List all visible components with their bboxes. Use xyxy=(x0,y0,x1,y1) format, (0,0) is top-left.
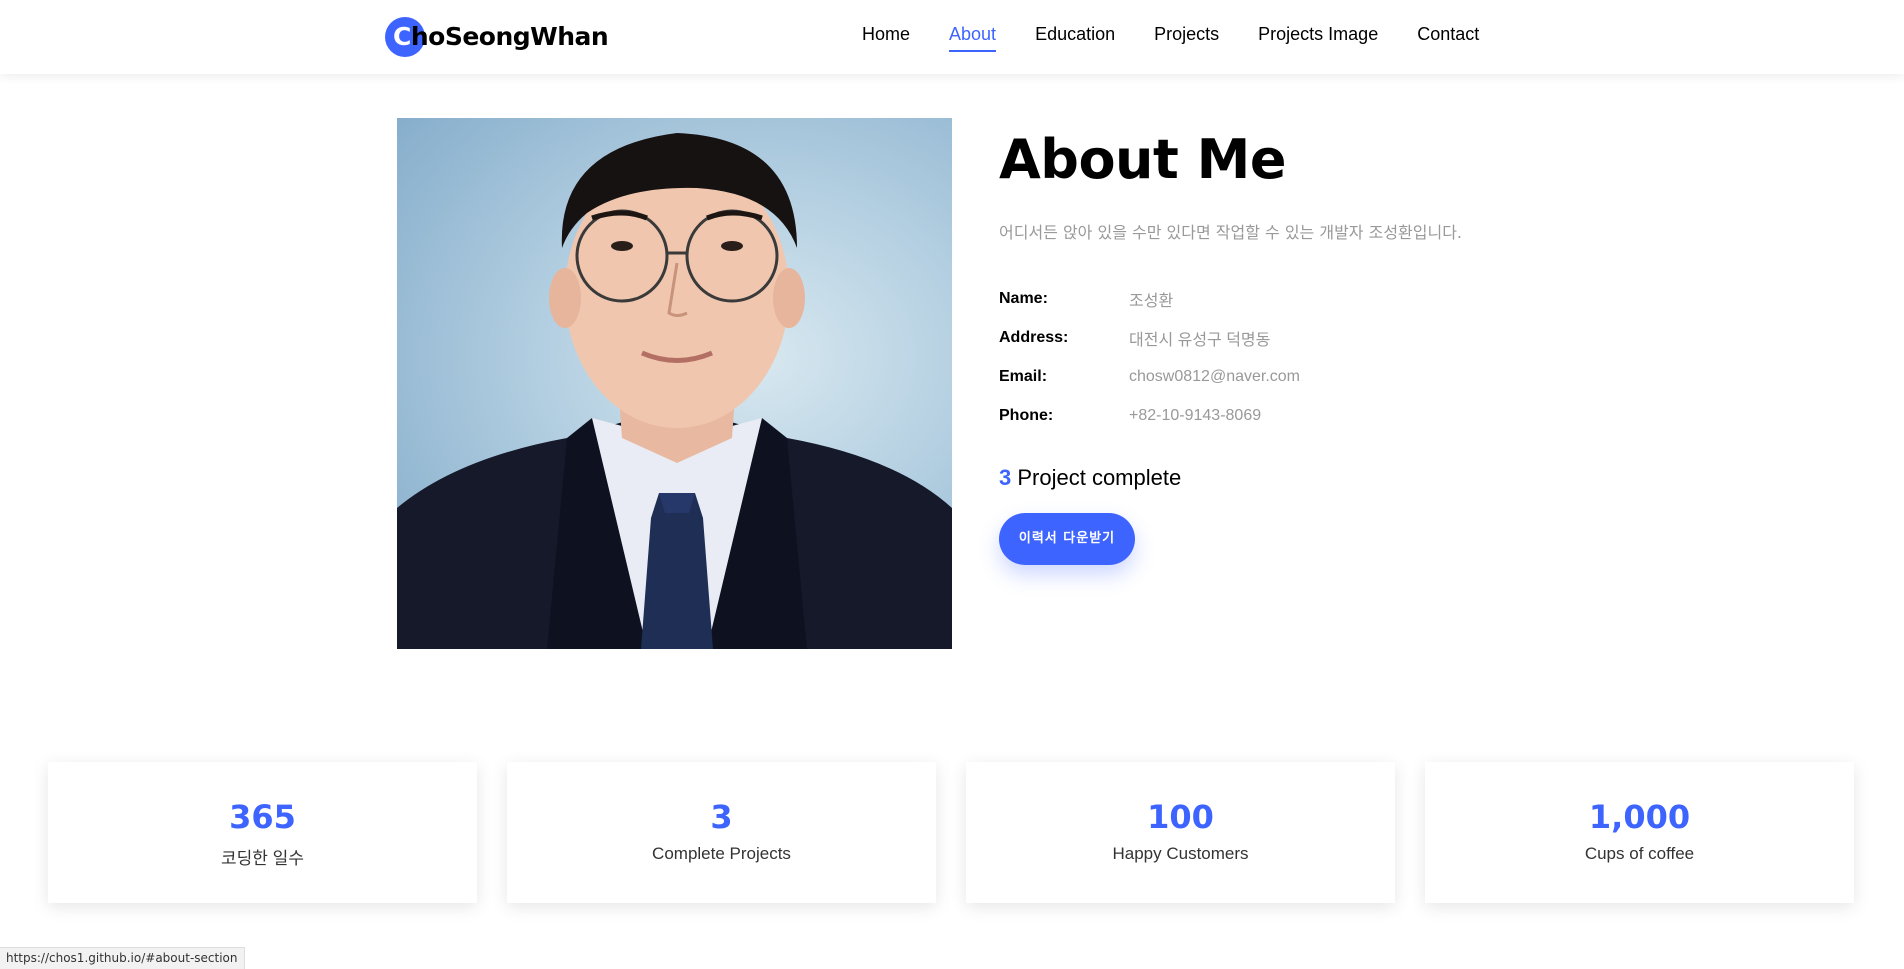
brand-logo[interactable]: ChoSeongWhan xyxy=(385,17,609,57)
counters-section: 365 코딩한 일수 3 Complete Projects 100 Happy… xyxy=(48,762,1856,903)
info-value: chosw0812@naver.com xyxy=(1129,367,1300,385)
counter-label: Happy Customers xyxy=(1112,844,1249,863)
info-value: 대전시 유성구 덕명동 xyxy=(1129,331,1271,349)
info-label: Phone: xyxy=(999,406,1054,424)
main-nav: Home About Education Projects Projects I… xyxy=(862,24,1518,52)
download-cv-button[interactable]: 이력서 다운받기 xyxy=(999,513,1135,565)
nav-projects[interactable]: Projects xyxy=(1154,24,1219,52)
counter-card: 100 Happy Customers xyxy=(966,762,1395,903)
info-row-email: Email: chosw0812@naver.com xyxy=(999,357,1559,396)
info-value: 조성환 xyxy=(1129,292,1174,310)
projects-complete-number: 3 xyxy=(999,465,1012,490)
nav-education[interactable]: Education xyxy=(1035,24,1115,52)
nav-about[interactable]: About xyxy=(949,24,997,52)
info-label: Email: xyxy=(999,367,1048,385)
profile-photo xyxy=(397,118,952,649)
info-row-phone: Phone: +82-10-9143-8069 xyxy=(999,396,1559,435)
projects-complete: 3 Project complete xyxy=(999,465,1559,491)
counter-number: 365 xyxy=(229,798,296,836)
projects-complete-text: Project complete xyxy=(1011,465,1182,490)
brand-name: ChoSeongWhan xyxy=(393,22,609,51)
counter-card: 3 Complete Projects xyxy=(507,762,936,903)
navbar: ChoSeongWhan Home About Education Projec… xyxy=(0,0,1904,74)
info-row-address: Address: 대전시 유성구 덕명동 xyxy=(999,318,1559,357)
info-list: Name: 조성환 Address: 대전시 유성구 덕명동 Email: ch… xyxy=(999,279,1559,435)
counter-label: 코딩한 일수 xyxy=(221,849,304,868)
info-row-name: Name: 조성환 xyxy=(999,279,1559,318)
about-description: 어디서든 앉아 있을 수만 있다면 작업할 수 있는 개발자 조성환입니다. xyxy=(999,223,1463,242)
status-bar-url: https://chos1.github.io/#about-section xyxy=(0,947,245,969)
info-label: Address: xyxy=(999,328,1069,346)
about-title: About Me xyxy=(999,128,1286,191)
nav-contact[interactable]: Contact xyxy=(1417,24,1479,52)
about-section: About Me 어디서든 앉아 있을 수만 있다면 작업할 수 있는 개발자 … xyxy=(999,118,1559,565)
counter-number: 100 xyxy=(1147,798,1214,836)
counter-card: 1,000 Cups of coffee xyxy=(1425,762,1854,903)
counter-number: 1,000 xyxy=(1588,798,1691,836)
counter-label: Complete Projects xyxy=(652,844,791,863)
nav-home[interactable]: Home xyxy=(862,24,910,52)
counter-number: 3 xyxy=(710,798,733,836)
info-label: Name: xyxy=(999,289,1048,307)
nav-projects-image[interactable]: Projects Image xyxy=(1258,24,1378,52)
counter-card: 365 코딩한 일수 xyxy=(48,762,477,903)
info-value: +82-10-9143-8069 xyxy=(1129,406,1262,424)
counter-label: Cups of coffee xyxy=(1584,844,1695,863)
